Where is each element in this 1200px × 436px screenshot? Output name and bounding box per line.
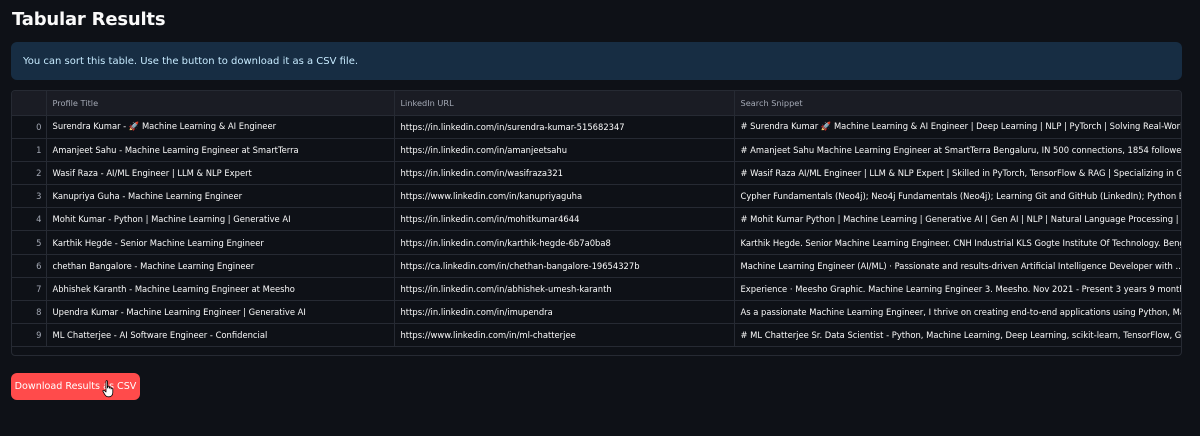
linkedin-url-cell[interactable]: https://in.linkedin.com/in/surendra-kuma… xyxy=(394,115,735,139)
linkedin-url-cell[interactable]: https://in.linkedin.com/in/karthik-hegde… xyxy=(394,230,735,255)
page-title: Tabular Results xyxy=(12,9,166,30)
profile-title-cell[interactable]: Abhishek Karanth - Machine Learning Engi… xyxy=(46,277,395,302)
linkedin-url-cell[interactable]: https://ca.linkedin.com/in/chethan-banga… xyxy=(394,254,735,278)
table-row[interactable]: 4 Mohit Kumar - Python | Machine Learning… xyxy=(12,207,1181,232)
row-index[interactable]: 2 xyxy=(12,161,47,186)
info-text: You can sort this table. Use the button … xyxy=(23,55,359,67)
search-snippet-cell[interactable]: Experience · Meesho Graphic. Machine Lea… xyxy=(734,277,1181,302)
profile-title-cell[interactable]: Karthik Hegde - Senior Machine Learning … xyxy=(46,230,395,255)
search-snippet-cell[interactable]: Machine Learning Engineer (AI/ML) · Pass… xyxy=(734,254,1181,278)
row-index[interactable]: 4 xyxy=(12,207,47,232)
column-header-search-snippet[interactable]: Search Snippet xyxy=(734,91,1181,116)
row-index[interactable]: 0 xyxy=(12,115,47,139)
column-header-profile-title[interactable]: Profile Title xyxy=(46,91,395,116)
search-snippet-cell[interactable]: # ML Chatterjee Sr. Data Scientist - Pyt… xyxy=(734,323,1181,348)
search-snippet-cell[interactable]: # Mohit Kumar Python | Machine Learning … xyxy=(734,207,1181,232)
profile-title-cell[interactable]: Surendra Kumar - 🚀 Machine Learning & AI… xyxy=(46,115,395,139)
info-banner: You can sort this table. Use the button … xyxy=(11,42,1182,80)
table-row[interactable]: 9 ML Chatterjee - AI Software Engineer - … xyxy=(12,323,1181,348)
profile-title-cell[interactable]: Wasif Raza - AI/ML Engineer | LLM & NLP … xyxy=(46,161,395,186)
row-index[interactable]: 3 xyxy=(12,184,47,209)
app-page: Tabular Results You can sort this table.… xyxy=(0,0,1200,436)
table-row[interactable]: 5 Karthik Hegde - Senior Machine Learning… xyxy=(12,230,1181,255)
row-index[interactable]: 8 xyxy=(12,300,47,325)
linkedin-url-cell[interactable]: https://in.linkedin.com/in/abhishek-umes… xyxy=(394,277,735,302)
column-header-index[interactable] xyxy=(12,91,47,116)
download-csv-button[interactable]: Download Results as CSV xyxy=(11,373,140,400)
search-snippet-cell[interactable]: Karthik Hegde. Senior Machine Learning E… xyxy=(734,230,1181,255)
table-row[interactable]: 3 Kanupriya Guha - Machine Learning Engin… xyxy=(12,184,1181,209)
profile-title-cell[interactable]: ML Chatterjee - AI Software Engineer - C… xyxy=(46,323,395,348)
linkedin-url-cell[interactable]: https://in.linkedin.com/in/imupendra xyxy=(394,300,735,325)
row-index[interactable]: 5 xyxy=(12,230,47,255)
download-csv-button-label: Download Results as CSV xyxy=(14,381,137,392)
linkedin-url-cell[interactable]: https://www.linkedin.com/in/ml-chatterje… xyxy=(394,323,735,348)
table-row[interactable]: 8 Upendra Kumar - Machine Learning Engine… xyxy=(12,300,1181,325)
results-table: Profile Title LinkedIn URL Search Snippe… xyxy=(12,91,1181,348)
linkedin-url-cell[interactable]: https://in.linkedin.com/in/amanjeetsahu xyxy=(394,138,735,162)
search-snippet-cell[interactable]: # Amanjeet Sahu Machine Learning Enginee… xyxy=(734,138,1181,162)
table-row[interactable]: 7 Abhishek Karanth - Machine Learning Eng… xyxy=(12,277,1181,302)
linkedin-url-cell[interactable]: https://www.linkedin.com/in/kanupriyaguh… xyxy=(394,184,735,209)
search-snippet-cell[interactable]: As a passionate Machine Learning Enginee… xyxy=(734,300,1181,325)
profile-title-cell[interactable]: Mohit Kumar - Python | Machine Learning … xyxy=(46,207,395,232)
row-index[interactable]: 6 xyxy=(12,254,47,278)
profile-title-cell[interactable]: Kanupriya Guha - Machine Learning Engine… xyxy=(46,184,395,209)
column-header-linkedin-url[interactable]: LinkedIn URL xyxy=(394,91,735,116)
search-snippet-cell[interactable]: # Surendra Kumar 🚀 Machine Learning & AI… xyxy=(734,115,1181,139)
hand-cursor-icon xyxy=(102,380,114,398)
row-index[interactable]: 7 xyxy=(12,277,47,302)
row-index[interactable]: 1 xyxy=(12,138,47,162)
search-snippet-cell[interactable]: # Wasif Raza AI/ML Engineer | LLM & NLP … xyxy=(734,161,1181,186)
profile-title-cell[interactable]: Upendra Kumar - Machine Learning Enginee… xyxy=(46,300,395,325)
table-row[interactable]: 0 Surendra Kumar - 🚀 Machine Learning & A… xyxy=(12,115,1181,139)
table-row[interactable]: 2 Wasif Raza - AI/ML Engineer | LLM & NLP… xyxy=(12,161,1181,186)
profile-title-cell[interactable]: Amanjeet Sahu - Machine Learning Enginee… xyxy=(46,138,395,162)
table-row[interactable]: 6 chethan Bangalore - Machine Learning En… xyxy=(12,254,1181,278)
profile-title-cell[interactable]: chethan Bangalore - Machine Learning Eng… xyxy=(46,254,395,278)
row-index[interactable]: 9 xyxy=(12,323,47,348)
results-table-container[interactable]: Profile Title LinkedIn URL Search Snippe… xyxy=(11,90,1182,356)
linkedin-url-cell[interactable]: https://in.linkedin.com/in/mohitkumar464… xyxy=(394,207,735,232)
search-snippet-cell[interactable]: Cypher Fundamentals (Neo4j); Neo4j Funda… xyxy=(734,184,1181,209)
table-row[interactable]: 1 Amanjeet Sahu - Machine Learning Engine… xyxy=(12,138,1181,162)
linkedin-url-cell[interactable]: https://in.linkedin.com/in/wasifraza321 xyxy=(394,161,735,186)
table-header-row: Profile Title LinkedIn URL Search Snippe… xyxy=(12,91,1181,116)
